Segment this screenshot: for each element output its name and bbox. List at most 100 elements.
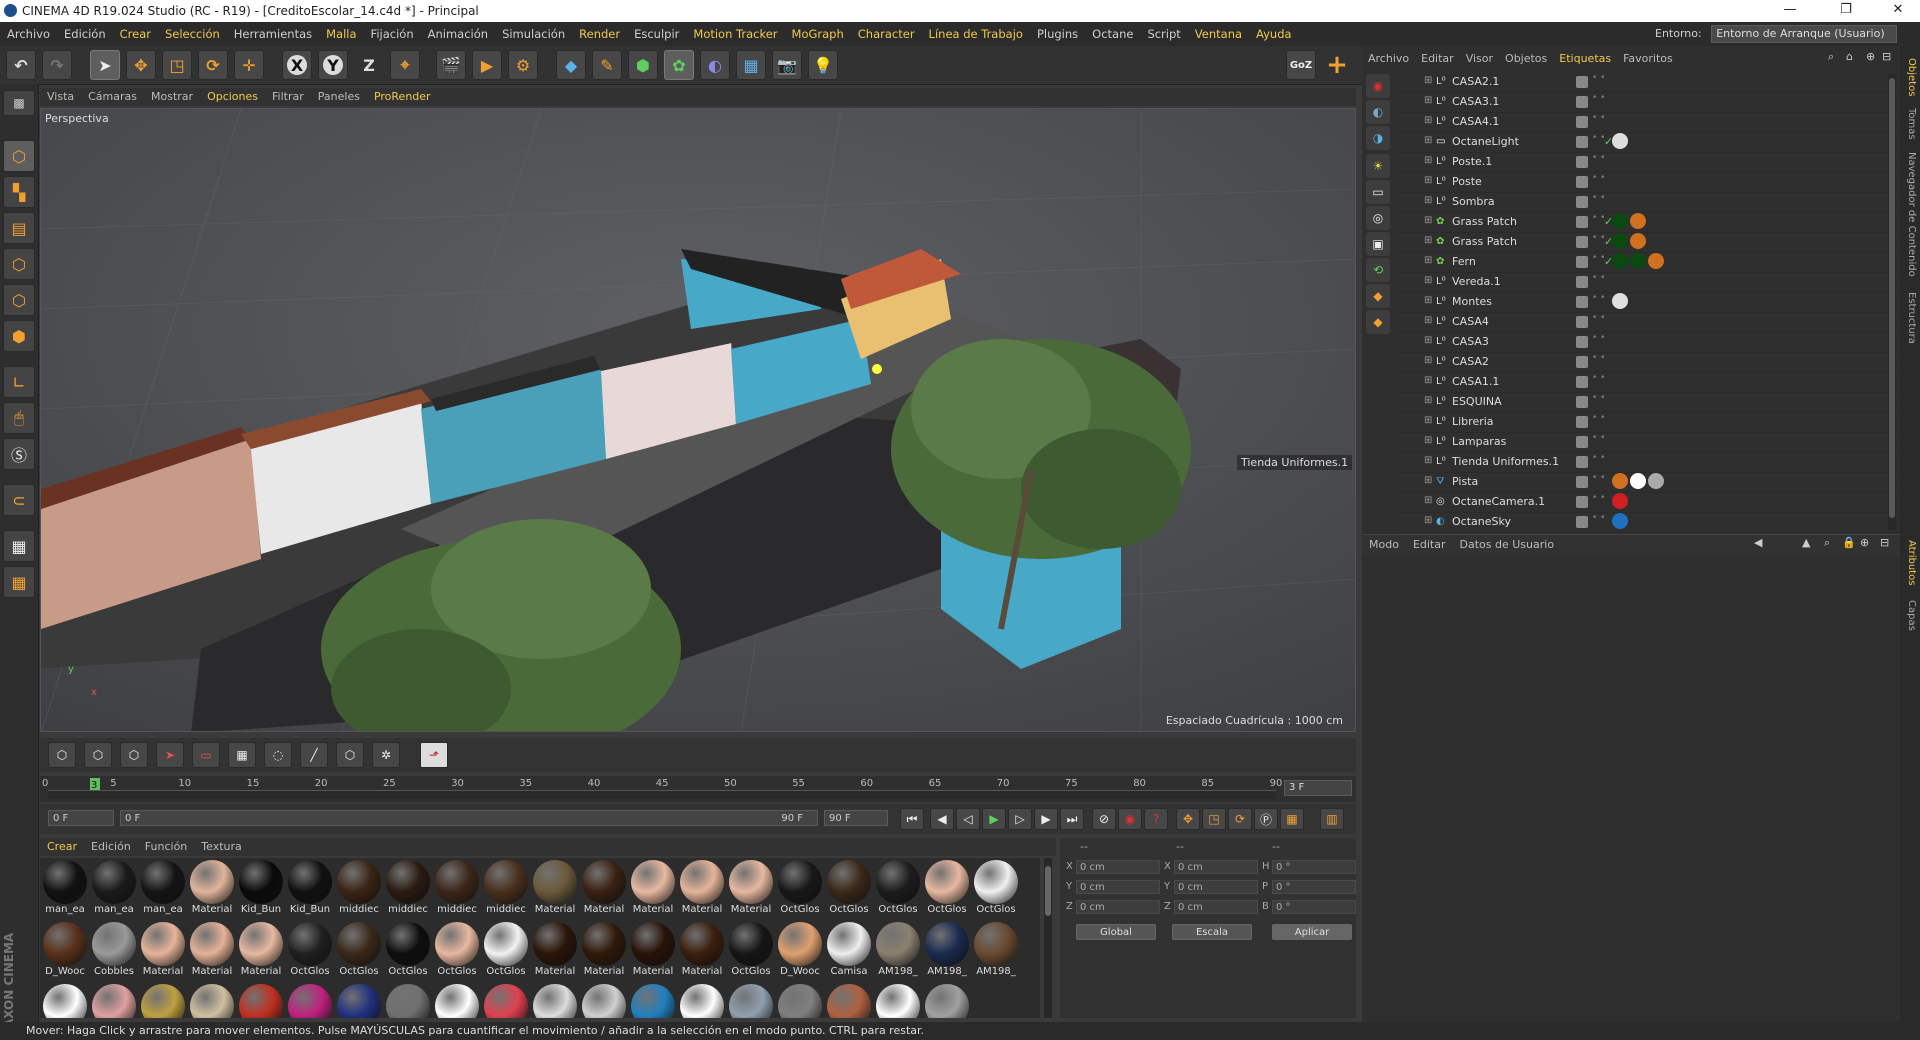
expand-icon[interactable]: ⊞ xyxy=(1424,275,1432,286)
object-name[interactable]: Pista xyxy=(1452,475,1478,488)
expand-icon[interactable]: ⊞ xyxy=(1424,295,1432,306)
coord-rotation-field[interactable]: 0 ° xyxy=(1272,900,1356,914)
material-swatch[interactable] xyxy=(238,984,284,1018)
expand-icon[interactable]: ⊞ xyxy=(1424,115,1432,126)
extrude-button[interactable]: ⬡ xyxy=(336,742,364,768)
cube-tool-2-button[interactable]: ⬡ xyxy=(84,742,112,768)
z-axis-button[interactable]: Z xyxy=(354,50,384,80)
menu-item[interactable]: Esculpir xyxy=(627,22,686,46)
octane-refresh-button[interactable]: ⟲ xyxy=(1366,258,1390,282)
expand-icon[interactable]: ⊞ xyxy=(1424,355,1432,366)
object-name[interactable]: ESQUINA xyxy=(1452,395,1502,408)
lock-icon[interactable]: 🔒 xyxy=(1842,536,1856,549)
camera-button[interactable]: 📷 xyxy=(772,50,802,80)
material-swatch[interactable]: D_Wooc xyxy=(777,922,823,984)
octane-sky-tag-button[interactable]: ◑ xyxy=(1366,126,1390,150)
object-manager-menu-item[interactable]: Favoritos xyxy=(1617,50,1679,68)
object-name[interactable]: OctaneCamera.1 xyxy=(1452,495,1545,508)
viewport-menu-item[interactable]: Filtrar xyxy=(265,88,311,106)
object-row[interactable]: ⊞ L⁰ Poste • • xyxy=(1398,172,1903,193)
object-name[interactable]: Tienda Uniformes.1 xyxy=(1452,455,1559,468)
material-swatch[interactable]: OctGlos xyxy=(336,922,382,984)
viewport-menu-item[interactable]: Cámaras xyxy=(81,88,144,106)
redo-button[interactable]: ↷ xyxy=(42,50,72,80)
scale-tool-button[interactable]: ◳ xyxy=(162,50,192,80)
collapse-icon[interactable]: ⊟ xyxy=(1882,50,1891,63)
layer-visibility-icon[interactable] xyxy=(1576,276,1588,288)
expand-icon[interactable]: ⊞ xyxy=(1424,495,1432,506)
axis-mode-button[interactable]: ∟ xyxy=(3,366,35,398)
menu-item[interactable]: Ventana xyxy=(1188,22,1249,46)
object-name[interactable]: Grass Patch xyxy=(1452,235,1517,248)
object-name[interactable]: CASA4.1 xyxy=(1452,115,1499,128)
light-button[interactable]: 💡 xyxy=(808,50,838,80)
material-swatch[interactable]: Material xyxy=(140,922,186,984)
expand-icon[interactable]: ⊞ xyxy=(1424,175,1432,186)
goz-button[interactable]: GoZ xyxy=(1286,50,1316,80)
tag-icon[interactable] xyxy=(1630,213,1646,229)
viewport-menu-item[interactable]: Vista xyxy=(40,88,81,106)
tag-icon[interactable] xyxy=(1612,213,1628,229)
material-swatch[interactable] xyxy=(532,984,578,1018)
material-swatch[interactable] xyxy=(385,984,431,1018)
menu-item[interactable]: Herramientas xyxy=(227,22,319,46)
material-swatch[interactable]: OctGlos xyxy=(385,922,431,984)
material-swatch[interactable]: middiec xyxy=(336,860,382,922)
material-swatch[interactable] xyxy=(826,984,872,1018)
object-name[interactable]: Lamparas xyxy=(1452,435,1506,448)
menu-item[interactable]: Ayuda xyxy=(1249,22,1299,46)
layer-visibility-icon[interactable] xyxy=(1576,296,1588,308)
render-settings-button[interactable]: ⚙ xyxy=(508,50,538,80)
editor-render-dots-icon[interactable]: • • xyxy=(1592,434,1605,443)
object-name[interactable]: Montes xyxy=(1452,295,1492,308)
layer-visibility-icon[interactable] xyxy=(1576,416,1588,428)
object-row[interactable]: ⊞ ✿ Grass Patch • • ✓ xyxy=(1398,232,1903,253)
side-tab-attributes[interactable]: Atributos xyxy=(1906,540,1917,585)
material-swatch[interactable]: AM198_ xyxy=(973,922,1019,984)
menu-item[interactable]: MoGraph xyxy=(785,22,851,46)
object-name[interactable]: Poste xyxy=(1452,175,1482,188)
polygons-mode-button[interactable]: ⬢ xyxy=(3,320,35,352)
material-swatch[interactable]: Material xyxy=(189,860,235,922)
editor-render-dots-icon[interactable]: • • xyxy=(1592,374,1605,383)
material-swatch[interactable]: OctGlos xyxy=(483,922,529,984)
side-tab-structure[interactable]: Estructura xyxy=(1906,292,1917,344)
workplane-mode-button[interactable]: ▤ xyxy=(3,212,35,244)
grid-select-button[interactable]: ▦ xyxy=(228,742,256,768)
viewport-menu-item[interactable]: Opciones xyxy=(200,88,265,106)
bevel-button[interactable]: ✲ xyxy=(372,742,400,768)
material-swatch[interactable] xyxy=(483,984,529,1018)
home-icon[interactable]: ⌂ xyxy=(1846,50,1853,63)
editor-render-dots-icon[interactable]: • • xyxy=(1592,114,1605,123)
timeline-track[interactable] xyxy=(48,790,1276,799)
editor-render-dots-icon[interactable]: • • xyxy=(1592,294,1605,303)
coord-position-field[interactable]: 0 cm xyxy=(1076,900,1160,914)
tag-icon[interactable] xyxy=(1612,493,1628,509)
side-tab-objects[interactable]: Objetos xyxy=(1906,58,1917,96)
octane-env-tag-button[interactable]: ◐ xyxy=(1366,100,1390,124)
layer-visibility-icon[interactable] xyxy=(1576,356,1588,368)
layer-visibility-icon[interactable] xyxy=(1576,216,1588,228)
object-row[interactable]: ⊞ L⁰ Poste.1 • • xyxy=(1398,152,1903,173)
workplane-lock-button[interactable]: ▦ xyxy=(3,530,35,562)
viewport-menu-item[interactable]: Mostrar xyxy=(144,88,200,106)
object-row[interactable]: ⊞ L⁰ CASA1.1 • • xyxy=(1398,372,1903,393)
end-frame-field[interactable]: 90 F xyxy=(824,810,888,826)
layer-visibility-icon[interactable] xyxy=(1576,376,1588,388)
material-menu-item[interactable]: Crear xyxy=(40,838,84,856)
object-row[interactable]: ⊞ ▭ OctaneLight • • ✓ xyxy=(1398,132,1903,153)
object-row[interactable]: ⊞ L⁰ CASA3.1 • • xyxy=(1398,92,1903,113)
prev-frame-button[interactable]: ◁ xyxy=(956,808,980,830)
menu-item[interactable]: Animación xyxy=(421,22,495,46)
object-row[interactable]: ⊞ ◎ OctaneCamera.1 • • xyxy=(1398,492,1903,513)
points-mode-button[interactable]: ⬡ xyxy=(3,248,35,280)
octane-object-tag-button[interactable]: ▣ xyxy=(1366,232,1390,256)
material-menu-item[interactable]: Función xyxy=(138,838,194,856)
expand-icon[interactable]: ⊞ xyxy=(1424,215,1432,226)
timeline-window-button[interactable]: ▥ xyxy=(1320,808,1344,830)
tag-icon[interactable] xyxy=(1630,473,1646,489)
expand-icon[interactable]: ⊞ xyxy=(1424,475,1432,486)
rotate-tool-button[interactable]: ⟳ xyxy=(198,50,228,80)
key-pla-button[interactable]: ▦ xyxy=(1280,808,1304,830)
expand-icon[interactable]: ⊞ xyxy=(1424,515,1432,526)
